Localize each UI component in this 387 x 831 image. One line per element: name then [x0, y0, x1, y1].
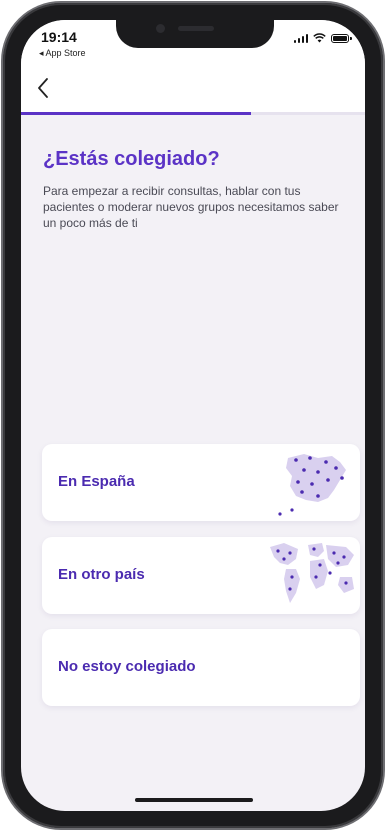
option-other-country-card[interactable]: En otro país: [42, 537, 360, 614]
progress-bar-fill: [21, 112, 252, 115]
home-indicator[interactable]: [135, 798, 253, 802]
option-spain-label: En España: [58, 473, 135, 490]
back-to-app-store-link[interactable]: ◂ App Store: [39, 48, 86, 59]
progress-bar: [21, 112, 365, 115]
option-other-country-label: En otro país: [58, 566, 145, 583]
wifi-icon: [313, 33, 326, 43]
chevron-left-icon: [38, 78, 48, 98]
page-title: ¿Estás colegiado?: [43, 148, 220, 170]
status-time: 19:14: [41, 29, 77, 45]
back-button[interactable]: [29, 74, 57, 102]
option-spain-card[interactable]: En España: [42, 444, 360, 521]
app-screen: 19:14 ◂ App Store ¿Estás colegiado? Para…: [21, 20, 365, 811]
navigation-bar: [21, 64, 365, 114]
status-icons: [293, 33, 352, 43]
battery-icon: [331, 33, 352, 43]
spain-map-icon: [278, 454, 346, 516]
world-map-icon: [270, 543, 354, 603]
device-notch: [116, 20, 274, 48]
option-not-registered-card[interactable]: No estoy colegiado: [42, 629, 360, 706]
page-description: Para empezar a recibir consultas, hablar…: [43, 184, 339, 230]
phone-frame: 19:14 ◂ App Store ¿Estás colegiado? Para…: [3, 3, 383, 828]
option-not-registered-label: No estoy colegiado: [58, 658, 196, 675]
cellular-signal-icon: [293, 33, 308, 43]
